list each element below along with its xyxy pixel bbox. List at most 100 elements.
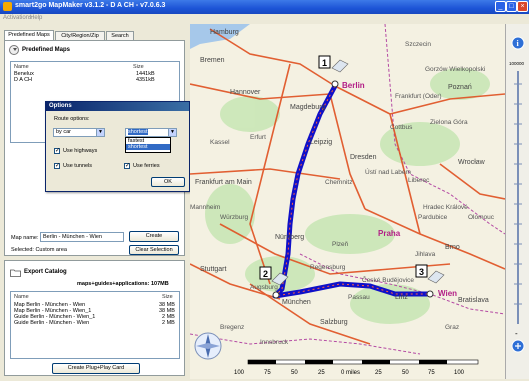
city-label: Olomouc (468, 214, 495, 221)
scale-label: 50 (291, 370, 298, 376)
city-label: Jihlava (415, 251, 436, 258)
city-label: Passau (348, 294, 370, 301)
tab-search[interactable]: Search (106, 31, 134, 40)
use-highways-label: Use highways (63, 148, 98, 154)
zoom-toolbar: i 100000 - (505, 24, 529, 379)
folder-icon (10, 269, 21, 277)
predefined-maps-title: Predefined Maps (22, 47, 71, 53)
city-label: Linz (395, 294, 408, 301)
city-label: München (282, 299, 311, 306)
title-bar: smart2go MapMaker v3.1.2 - D A CH - v7.0… (0, 0, 529, 14)
city-label: Bratislava (458, 297, 489, 304)
route-options-label: Route options: (54, 116, 90, 122)
city-label: Cottbus (390, 124, 413, 131)
create-button[interactable]: Create (129, 231, 179, 242)
city-label: Berlin (342, 81, 365, 90)
zoom-handle-icon[interactable] (511, 339, 525, 353)
city-label: Pardubice (418, 214, 448, 221)
city-label: Stuttgart (200, 266, 227, 273)
city-label: Hannover (230, 89, 261, 96)
chevron-down-icon[interactable]: ▼ (168, 129, 176, 136)
scale-label: 100 (234, 370, 245, 376)
tab-city-region-zip[interactable]: City/Region/Zip (55, 31, 105, 40)
city-label: Erfurt (250, 134, 266, 141)
ok-button[interactable]: OK (151, 177, 185, 187)
predefined-maps-icon (9, 45, 19, 55)
city-label: Regensburg (310, 264, 346, 271)
city-label: Praha (378, 229, 401, 238)
waypoint-1-label: 1 (322, 58, 327, 68)
city-label: Gorzów Wielkopolski (425, 66, 485, 73)
city-label: Dresden (350, 154, 377, 161)
list-item[interactable]: Guide Berlin - München - Wien (14, 320, 89, 326)
city-label: Graz (445, 324, 459, 331)
city-label: Zielona Góra (430, 119, 468, 126)
export-catalog-list[interactable]: Name Size Map Berlin - München - Wien 38… (10, 291, 180, 359)
column-name[interactable]: Name (14, 64, 29, 70)
route-type-select[interactable]: shortest ▼ (125, 128, 177, 137)
zoom-out-button[interactable]: - (515, 329, 518, 338)
city-label: Frankfurt (Oder) (395, 93, 442, 100)
left-panel: Predefined Maps City/Region/Zip Search P… (0, 24, 186, 379)
menu-item-help[interactable]: Help (30, 15, 42, 21)
vehicle-select[interactable]: by car ▼ (53, 128, 105, 137)
scale-label: 50 (402, 370, 409, 376)
scale-label: 75 (264, 370, 271, 376)
list-item-size: 4351kB (136, 77, 155, 83)
window-title: smart2go MapMaker v3.1.2 - D A CH - v7.0… (15, 2, 166, 9)
column-size[interactable]: Size (162, 294, 173, 300)
column-size[interactable]: Size (133, 64, 144, 70)
create-plug-play-card-button[interactable]: Create Plug+Play Card (52, 363, 140, 374)
city-label: Wrocław (458, 159, 486, 166)
city-label: Plzeň (332, 241, 349, 248)
column-name[interactable]: Name (14, 294, 29, 300)
map-canvas[interactable]: 1 2 3 Berlin Praha Wien Hamburg Bremen H… (190, 24, 505, 379)
use-tunnels-label: Use tunnels (63, 163, 93, 169)
list-item[interactable]: D A CH (14, 77, 32, 83)
export-summary: maps+guides+applications: 107MB (77, 281, 169, 287)
city-label: Leipzig (310, 139, 332, 146)
map-view[interactable]: 1 2 3 Berlin Praha Wien Hamburg Bremen H… (190, 24, 505, 379)
export-catalog-title: Export Catalog (24, 269, 67, 275)
vehicle-select-value: by car (56, 129, 71, 135)
zoom-slider[interactable] (514, 71, 522, 324)
use-tunnels-checkbox[interactable]: ✓ (54, 163, 60, 169)
map-name-label: Map name: (11, 235, 39, 241)
city-label: Würzburg (220, 214, 249, 221)
scale-label: 25 (375, 370, 382, 376)
use-ferries-label: Use ferries (133, 163, 160, 169)
waypoint-2-label: 2 (263, 269, 268, 279)
compass-icon[interactable] (194, 332, 222, 360)
tab-predefined-maps[interactable]: Predefined Maps (4, 30, 54, 40)
map-name-field[interactable]: Berlin - München - Wien (40, 232, 124, 242)
app-icon (3, 2, 12, 11)
city-label: Liberec (408, 177, 430, 184)
route-type-select-value: shortest (128, 129, 148, 135)
close-button[interactable]: × (517, 1, 528, 12)
city-label: Chemnitz (325, 179, 352, 186)
city-label: Ústí nad Labem (365, 167, 411, 176)
minimize-button[interactable]: _ (495, 1, 506, 12)
city-label: Innsbruck (260, 339, 289, 346)
waypoint-3-label: 3 (419, 267, 424, 277)
use-highways-checkbox[interactable]: ✓ (54, 148, 60, 154)
dropdown-option-shortest[interactable]: shortest (126, 144, 170, 150)
city-label: Bregenz (220, 324, 244, 331)
scale-label: 25 (318, 370, 325, 376)
zoom-level-label: 100000 (509, 61, 525, 66)
city-label: České Budějovice (362, 275, 414, 284)
city-label: Nürnberg (275, 234, 304, 241)
city-label: Salzburg (320, 319, 348, 326)
scale-label: 0 miles (341, 370, 360, 376)
info-icon[interactable]: i (511, 36, 525, 50)
options-dialog-title: Options (46, 102, 189, 111)
scale-label: 100 (454, 370, 465, 376)
clear-selection-button[interactable]: Clear Selection (129, 245, 179, 255)
city-label: Hradec Králové (423, 204, 468, 211)
menu-item-activations[interactable]: Activations (3, 15, 32, 21)
chevron-down-icon[interactable]: ▼ (96, 129, 104, 136)
maximize-button[interactable]: □ (506, 1, 517, 12)
use-ferries-checkbox[interactable]: ✓ (124, 163, 130, 169)
route-type-dropdown-list: fastest shortest (125, 137, 171, 153)
city-label: Bremen (200, 57, 225, 64)
